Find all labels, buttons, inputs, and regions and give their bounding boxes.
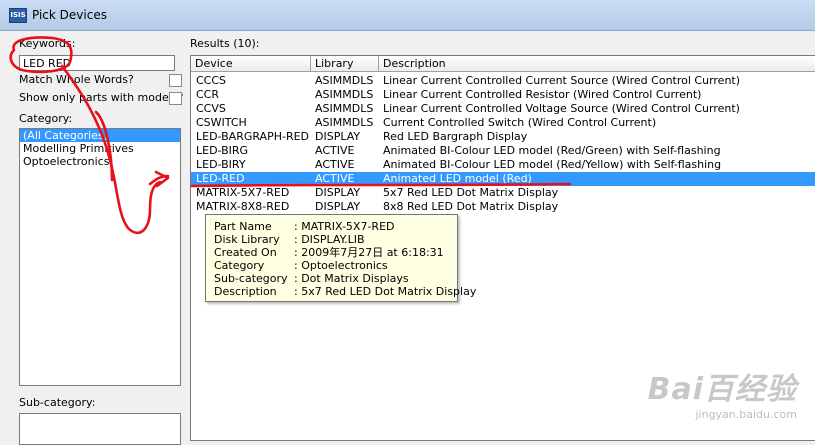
cell-library: DISPLAY xyxy=(315,200,361,213)
table-row-selected[interactable]: LED-RED ACTIVE Animated LED model (Red) xyxy=(191,172,815,186)
cell-device: LED-RED xyxy=(196,172,245,185)
cell-device: MATRIX-8X8-RED xyxy=(196,200,290,213)
cell-device: CCCS xyxy=(196,74,227,87)
watermark-url: jingyan.baidu.com xyxy=(695,408,797,421)
cell-library: ASIMMDLS xyxy=(315,102,374,115)
cell-description: Animated LED model (Red) xyxy=(383,172,532,185)
part-tooltip: Part Name : MATRIX-5X7-RED Disk Library … xyxy=(205,214,476,302)
tooltip-value: : 5x7 Red LED Dot Matrix Display xyxy=(294,285,477,298)
cell-description: 8x8 Red LED Dot Matrix Display xyxy=(383,200,559,213)
watermark-brand: Bai百经验 xyxy=(647,372,797,407)
cell-description: Linear Current Controlled Voltage Source… xyxy=(383,102,740,115)
category-item[interactable]: Optoelectronics xyxy=(20,155,180,168)
tooltip-value: : Dot Matrix Displays xyxy=(294,272,409,285)
cell-description: Linear Current Controlled Current Source… xyxy=(383,74,741,87)
match-whole-words-checkbox[interactable] xyxy=(169,74,182,87)
tooltip-key: Created On xyxy=(214,246,277,259)
cell-description: Linear Current Controlled Resistor (Wire… xyxy=(383,88,702,101)
tooltip-key: Disk Library xyxy=(214,233,280,246)
cell-library: ASIMMDLS xyxy=(315,116,374,129)
cell-device: CCVS xyxy=(196,102,226,115)
cell-device: CCR xyxy=(196,88,220,101)
cell-device: LED-BIRG xyxy=(196,144,249,157)
cell-description: Animated BI-Colour LED model (Red/Yellow… xyxy=(383,158,722,171)
cell-device: LED-BIRY xyxy=(196,158,246,171)
category-list[interactable]: (All Categories) Modelling Primitives Op… xyxy=(19,128,181,386)
cell-description: Current Controlled Switch (Wired Control… xyxy=(383,116,657,129)
category-item[interactable]: Modelling Primitives xyxy=(20,142,180,155)
cell-description: Animated BI-Colour LED model (Red/Green)… xyxy=(383,144,721,157)
table-row[interactable]: LED-BIRG ACTIVE Animated BI-Colour LED m… xyxy=(191,144,815,158)
tooltip-value: : MATRIX-5X7-RED xyxy=(294,220,395,233)
table-row[interactable]: CCCS ASIMMDLS Linear Current Controlled … xyxy=(191,74,815,88)
column-header-library[interactable]: Library xyxy=(311,56,379,72)
table-row[interactable]: CSWITCH ASIMMDLS Current Controlled Swit… xyxy=(191,116,815,130)
tooltip-value: : Optoelectronics xyxy=(294,259,388,272)
show-only-parts-checkbox[interactable] xyxy=(169,92,182,105)
keywords-label: Keywords: xyxy=(19,37,76,50)
table-row[interactable]: CCR ASIMMDLS Linear Current Controlled R… xyxy=(191,88,815,102)
cell-library: DISPLAY xyxy=(315,186,361,199)
cell-library: ACTIVE xyxy=(315,144,355,157)
tooltip-value: : 2009年7月27日 at 6:18:31 xyxy=(294,246,444,259)
window-title: Pick Devices xyxy=(32,8,107,22)
column-header-description[interactable]: Description xyxy=(379,56,815,72)
table-row[interactable]: LED-BIRY ACTIVE Animated BI-Colour LED m… xyxy=(191,158,815,172)
cell-device: LED-BARGRAPH-RED xyxy=(196,130,310,143)
tooltip-value: : DISPLAY.LIB xyxy=(294,233,365,246)
table-row[interactable]: LED-BARGRAPH-RED DISPLAY Red LED Bargrap… xyxy=(191,130,815,144)
tooltip-key: Sub-category xyxy=(214,272,288,285)
table-row[interactable]: CCVS ASIMMDLS Linear Current Controlled … xyxy=(191,102,815,116)
cell-device: MATRIX-5X7-RED xyxy=(196,186,290,199)
category-item[interactable]: (All Categories) xyxy=(20,129,180,142)
category-label: Category: xyxy=(19,112,73,125)
table-row[interactable]: MATRIX-8X8-RED DISPLAY 8x8 Red LED Dot M… xyxy=(191,200,815,214)
show-only-parts-label: Show only parts with models? xyxy=(19,91,184,104)
cell-device: CSWITCH xyxy=(196,116,247,129)
results-label: Results (10): xyxy=(190,37,260,50)
subcategory-list[interactable] xyxy=(19,413,181,445)
tooltip-key: Category xyxy=(214,259,265,272)
tooltip-key: Part Name xyxy=(214,220,272,233)
cell-library: ACTIVE xyxy=(315,172,355,185)
baidu-watermark: Bai百经验 jingyan.baidu.com xyxy=(648,364,797,421)
cell-library: DISPLAY xyxy=(315,130,361,143)
cell-library: ASIMMDLS xyxy=(315,74,374,87)
cell-library: ACTIVE xyxy=(315,158,355,171)
cell-description: Red LED Bargraph Display xyxy=(383,130,528,143)
cell-library: ASIMMDLS xyxy=(315,88,374,101)
tooltip-key: Description xyxy=(214,285,277,298)
app-icon: ISIS xyxy=(9,8,27,23)
keywords-input[interactable] xyxy=(19,55,175,71)
table-row[interactable]: MATRIX-5X7-RED DISPLAY 5x7 Red LED Dot M… xyxy=(191,186,815,200)
title-bar[interactable]: ISIS Pick Devices xyxy=(0,0,815,31)
subcategory-label: Sub-category: xyxy=(19,396,96,409)
cell-description: 5x7 Red LED Dot Matrix Display xyxy=(383,186,559,199)
column-header-device[interactable]: Device xyxy=(191,56,311,72)
match-whole-words-label: Match Whole Words? xyxy=(19,73,134,86)
